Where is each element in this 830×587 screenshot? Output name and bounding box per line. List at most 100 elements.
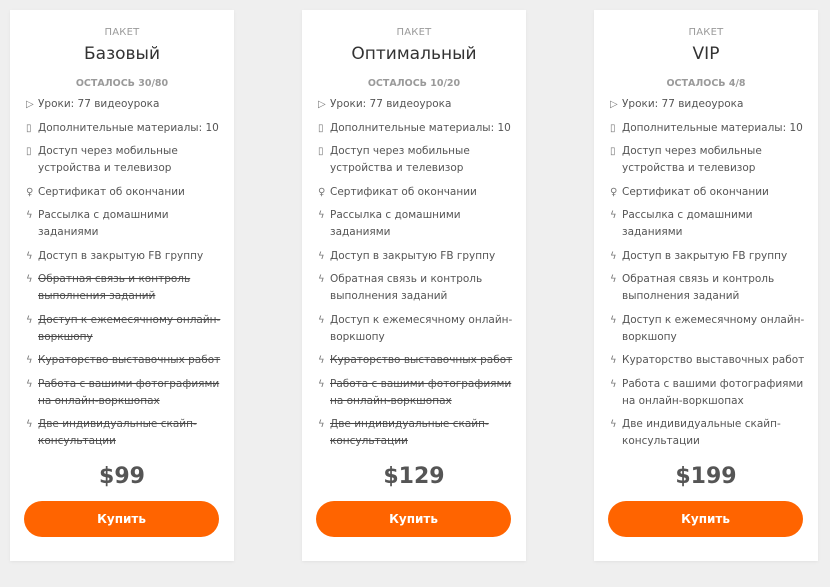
document-icon: ▯: [610, 122, 616, 134]
bolt-icon: ϟ: [26, 250, 33, 262]
feature-item: ϟ Работа с вашими фотографиями на онлайн-…: [26, 376, 226, 410]
feature-text: Уроки: 77 видеоурока: [330, 98, 452, 110]
feature-item: ▯ Доступ через мобильные устройства и тел…: [26, 143, 226, 177]
feature-item: ▷ Уроки: 77 видеоурока: [26, 96, 226, 113]
feature-item: ϟ Работа с вашими фотографиями на онлайн-…: [610, 376, 810, 410]
feature-item: ♀ Сертификат об окончании: [26, 184, 226, 201]
plan-title: VIP: [692, 44, 720, 64]
feature-item: ϟ Обратная связь и контроль выполнения за…: [318, 271, 518, 305]
feature-text: Дополнительные материалы: 10: [38, 121, 219, 134]
feature-item: ϟ Доступ к ежемесячному онлайн-воркшопу: [26, 312, 226, 346]
feature-item: ▯ Дополнительные материалы: 10: [26, 120, 226, 137]
feature-item: ▯ Доступ через мобильные устройства и тел…: [318, 143, 518, 177]
bolt-icon: ϟ: [318, 419, 325, 430]
feature-text: Кураторство выставочных работ: [38, 354, 221, 366]
feature-text: Доступ через мобильные устройства и теле…: [622, 145, 762, 174]
feature-list: ▷ Уроки: 77 видеоурока ▯ Дополнительные мат…: [26, 96, 226, 457]
plan-price: $199: [675, 464, 737, 489]
bolt-icon: ϟ: [26, 419, 33, 430]
buy-button[interactable]: Купить: [608, 501, 803, 537]
plan-title: Оптимальный: [351, 44, 477, 64]
bolt-icon: ϟ: [318, 274, 325, 285]
plan-kicker: ПАКЕТ: [104, 27, 140, 38]
play-icon: ▷: [318, 99, 326, 110]
feature-text: Кураторство выставочных работ: [330, 354, 513, 366]
feature-text: Доступ в закрытую FB группу: [38, 249, 204, 262]
plan-price: $99: [99, 464, 145, 489]
plan-title: Базовый: [83, 44, 160, 64]
feature-text: Доступ через мобильные устройства и теле…: [38, 145, 178, 174]
feature-item: ♀ Сертификат об окончании: [318, 184, 518, 201]
feature-text: Сертификат об окончании: [330, 185, 477, 198]
feature-text: Сертификат об окончании: [38, 185, 185, 198]
buy-button[interactable]: Купить: [24, 501, 219, 537]
mobile-icon: ▯: [610, 146, 616, 157]
feature-item: ϟ Рассылка с домашними заданиями: [26, 207, 226, 241]
bolt-icon: ϟ: [610, 314, 617, 326]
feature-item: ϟ Рассылка с домашними заданиями: [610, 207, 810, 241]
bolt-icon: ϟ: [610, 355, 617, 366]
feature-text: Обратная связь и контроль выполнения зад…: [622, 273, 775, 302]
feature-item: ♀ Сертификат об окончании: [610, 184, 810, 201]
buy-button[interactable]: Купить: [316, 501, 511, 537]
bolt-icon: ϟ: [318, 314, 325, 326]
feature-item: ϟ Доступ в закрытую FB группу: [318, 248, 518, 265]
bolt-icon: ϟ: [26, 274, 33, 285]
play-icon: ▷: [26, 99, 34, 110]
feature-item: ϟ Кураторство выставочных работ: [26, 352, 226, 369]
pricing-card-basic: ПАКЕТ Базовый ОСТАЛОСЬ 30/80 ▷ Уроки: 77 …: [10, 10, 234, 561]
feature-item: ϟ Доступ в закрытую FB группу: [610, 248, 810, 265]
feature-item: ▯ Дополнительные материалы: 10: [318, 120, 518, 137]
bolt-icon: ϟ: [318, 210, 325, 221]
pricing-card-optimal: ПАКЕТ Оптимальный ОСТАЛОСЬ 10/20 ▷ Уроки:…: [302, 10, 526, 561]
mobile-icon: ▯: [318, 146, 324, 157]
feature-text: Работа с вашими фотографиями на онлайн-в…: [38, 377, 220, 407]
bolt-icon: ϟ: [610, 378, 617, 390]
lightbulb-icon: ♀: [610, 186, 618, 198]
bolt-icon: ϟ: [26, 378, 33, 390]
lightbulb-icon: ♀: [318, 186, 326, 198]
bolt-icon: ϟ: [26, 210, 33, 221]
feature-list: ▷ Уроки: 77 видеоурока ▯ Дополнительные мат…: [610, 96, 810, 457]
bolt-icon: ϟ: [318, 250, 325, 262]
feature-item: ϟ Доступ в закрытую FB группу: [26, 248, 226, 265]
feature-text: Дополнительные материалы: 10: [330, 121, 511, 134]
bolt-icon: ϟ: [318, 355, 325, 366]
feature-text: Две индивидуальные скайп-консультации: [38, 418, 197, 447]
feature-item: ϟ Две индивидуальные скайп-консультации: [610, 416, 810, 450]
bolt-icon: ϟ: [610, 419, 617, 430]
bolt-icon: ϟ: [318, 378, 325, 390]
feature-text: Рассылка с домашними заданиями: [330, 209, 461, 238]
feature-text: Доступ через мобильные устройства и теле…: [330, 145, 470, 174]
feature-text: Дополнительные материалы: 10: [622, 121, 803, 134]
feature-text: Работа с вашими фотографиями на онлайн-в…: [622, 377, 804, 407]
bolt-icon: ϟ: [610, 274, 617, 285]
feature-list: ▷ Уроки: 77 видеоурока ▯ Дополнительные мат…: [318, 96, 518, 457]
feature-item: ▯ Доступ через мобильные устройства и тел…: [610, 143, 810, 177]
feature-item: ▷ Уроки: 77 видеоурока: [610, 96, 810, 113]
feature-text: Доступ в закрытую FB группу: [330, 249, 496, 262]
mobile-icon: ▯: [26, 146, 32, 157]
bolt-icon: ϟ: [610, 250, 617, 262]
feature-item: ϟ Доступ к ежемесячному онлайн-воркшопу: [610, 312, 810, 346]
feature-text: Доступ к ежемесячному онлайн-воркшопу: [330, 313, 513, 343]
lightbulb-icon: ♀: [26, 186, 34, 198]
feature-item: ϟ Кураторство выставочных работ: [610, 352, 810, 369]
feature-item: ▯ Дополнительные материалы: 10: [610, 120, 810, 137]
feature-text: Уроки: 77 видеоурока: [622, 98, 744, 110]
plan-kicker: ПАКЕТ: [396, 27, 432, 38]
feature-item: ϟ Обратная связь и контроль выполнения за…: [26, 271, 226, 305]
feature-text: Доступ к ежемесячному онлайн-воркшопу: [622, 313, 805, 343]
bolt-icon: ϟ: [610, 210, 617, 221]
plan-remaining: ОСТАЛОСЬ 30/80: [75, 78, 169, 89]
feature-item: ▷ Уроки: 77 видеоурока: [318, 96, 518, 113]
feature-text: Доступ в закрытую FB группу: [622, 249, 788, 262]
plan-remaining: ОСТАЛОСЬ 4/8: [666, 78, 746, 89]
feature-item: ϟ Обратная связь и контроль выполнения за…: [610, 271, 810, 305]
play-icon: ▷: [610, 99, 618, 110]
feature-text: Рассылка с домашними заданиями: [622, 209, 753, 238]
plan-kicker: ПАКЕТ: [688, 27, 724, 38]
feature-text: Кураторство выставочных работ: [622, 354, 805, 366]
feature-text: Две индивидуальные скайп-консультации: [622, 418, 781, 447]
feature-item: ϟ Доступ к ежемесячному онлайн-воркшопу: [318, 312, 518, 346]
